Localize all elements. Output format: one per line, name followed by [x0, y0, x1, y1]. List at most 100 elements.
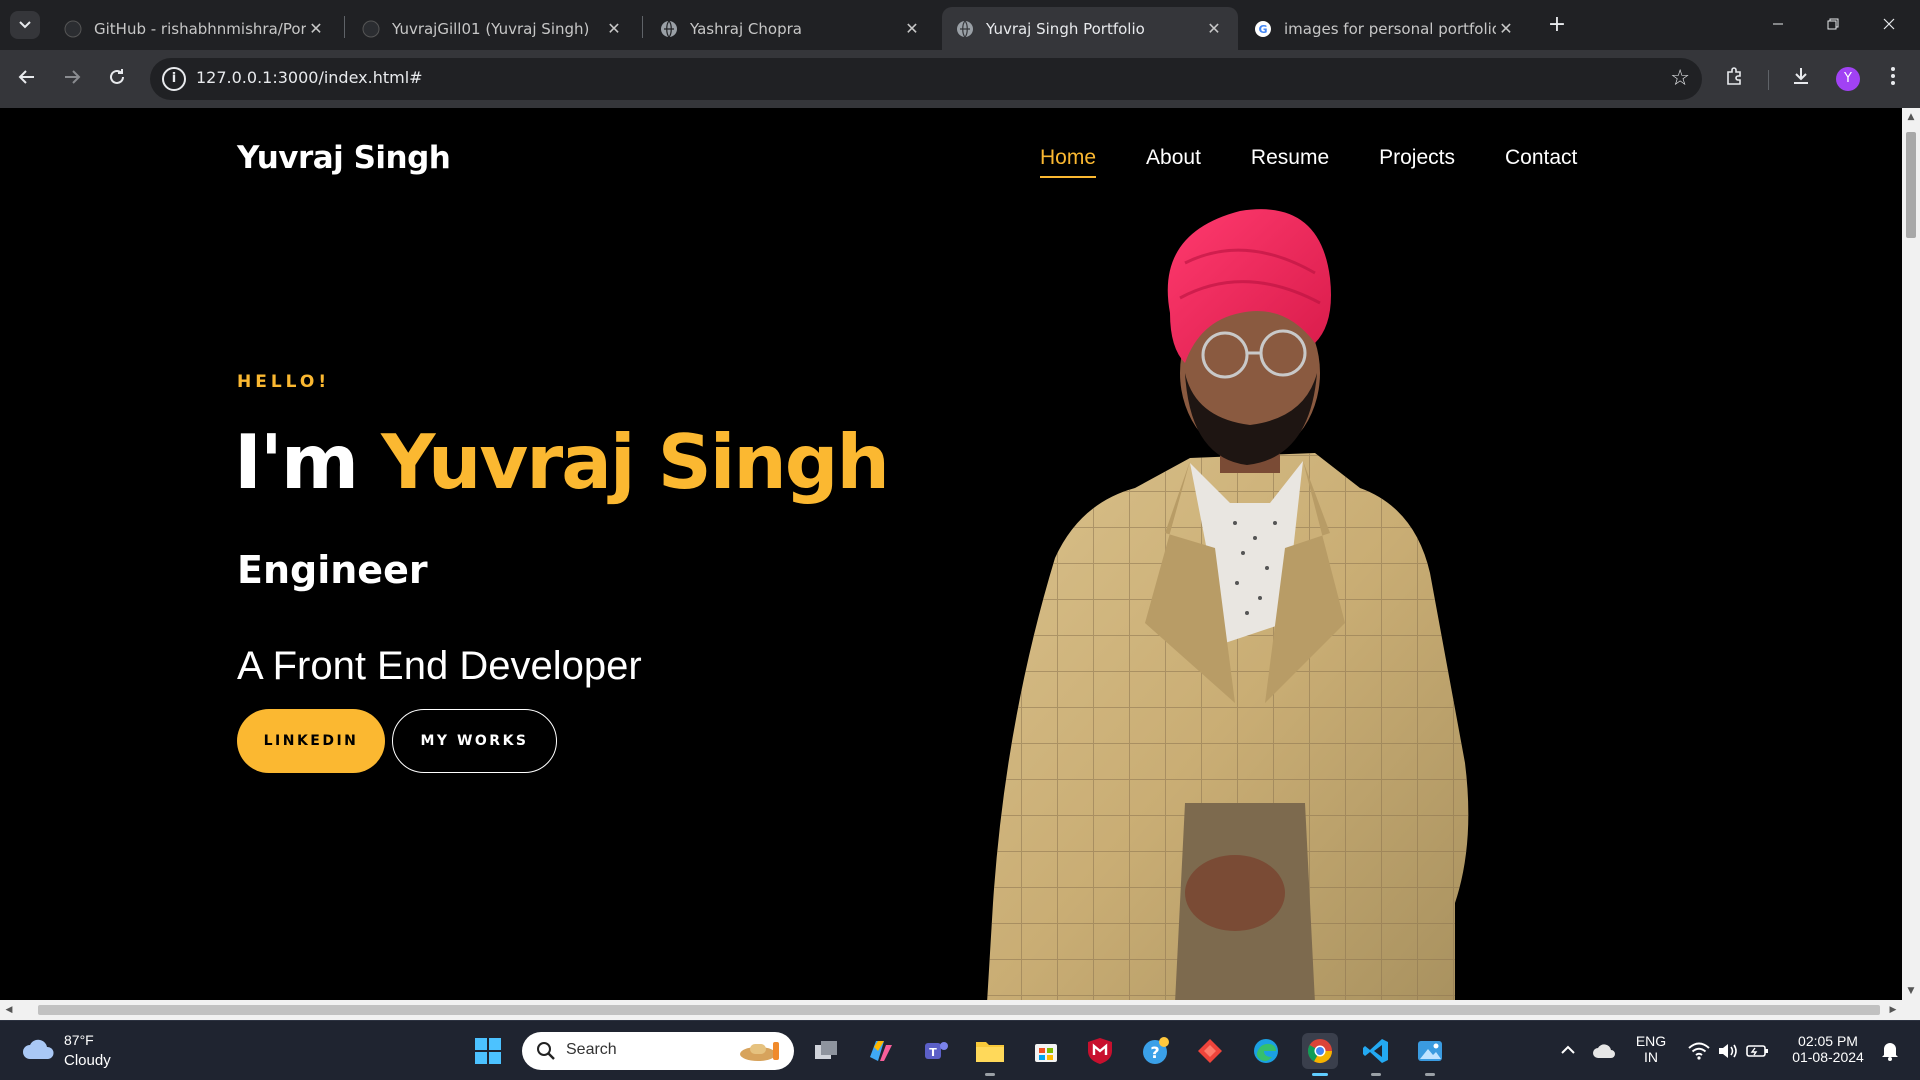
photos-icon [1418, 1041, 1442, 1061]
store-icon [1035, 1044, 1057, 1062]
scroll-right-arrow-icon[interactable]: ▶ [1884, 1000, 1902, 1020]
forward-button[interactable] [55, 62, 89, 96]
new-tab-button[interactable]: + [1543, 11, 1571, 39]
anydesk-icon [1198, 1039, 1222, 1063]
task-view-button[interactable] [808, 1033, 844, 1069]
tab-separator [642, 16, 643, 38]
edge-browser-app[interactable] [1248, 1033, 1284, 1069]
close-window-button[interactable] [1866, 8, 1912, 42]
nav-link-contact[interactable]: Contact [1505, 146, 1577, 178]
region-code: IN [1644, 1049, 1658, 1065]
show-hidden-icons-button[interactable] [1552, 1021, 1582, 1080]
horizontal-scrollbar[interactable]: ◀ ▶ [0, 1000, 1920, 1020]
mcafee-app[interactable] [1082, 1033, 1118, 1069]
browser-menu-button[interactable] [1876, 62, 1910, 96]
linkedin-button[interactable]: LINKEDIN [237, 709, 385, 773]
scroll-left-arrow-icon[interactable]: ◀ [0, 1000, 18, 1020]
file-explorer-app[interactable] [972, 1033, 1008, 1076]
teams-app[interactable]: T [918, 1033, 954, 1069]
running-indicator [1425, 1073, 1435, 1076]
start-button[interactable] [470, 1033, 506, 1069]
volume-icon [1719, 1044, 1737, 1058]
arrow-left-icon [18, 70, 34, 84]
notifications-button[interactable] [1872, 1021, 1908, 1080]
site-brand-logo[interactable]: Yuvraj Singh [237, 140, 451, 176]
extensions-button[interactable] [1718, 62, 1752, 96]
search-highlight-icon [740, 1042, 779, 1061]
restore-icon [1827, 18, 1839, 30]
browser-tab-yashraj[interactable]: Yashraj Chopra ✕ [646, 7, 936, 50]
get-help-app[interactable]: ? [1138, 1033, 1174, 1069]
bell-icon [1882, 1043, 1898, 1061]
minimize-button[interactable] [1755, 8, 1801, 42]
reload-icon [110, 69, 124, 84]
search-label: Search [566, 1041, 617, 1058]
edge-icon [1254, 1039, 1278, 1063]
weather-temperature[interactable]: 87°F [64, 1032, 94, 1048]
my-works-button[interactable]: MY WORKS [392, 709, 557, 773]
nav-link-resume[interactable]: Resume [1251, 146, 1329, 178]
globe-icon [660, 20, 678, 38]
back-button[interactable] [10, 62, 44, 96]
language-indicator[interactable]: ENG IN [1630, 1033, 1672, 1065]
tab-separator [344, 16, 345, 38]
system-clock[interactable]: 02:05 PM 01-08-2024 [1778, 1033, 1878, 1065]
horizontal-scroll-thumb[interactable] [38, 1005, 1880, 1015]
nav-link-projects[interactable]: Projects [1379, 146, 1455, 178]
chrome-browser-app[interactable] [1302, 1033, 1338, 1076]
windows-taskbar: 87°F Cloudy Search T ? ENG IN 02:05 PM 0… [0, 1020, 1920, 1080]
vscode-app[interactable] [1358, 1033, 1394, 1076]
wifi-icon [1688, 1042, 1710, 1060]
page-viewport: Yuvraj Singh Home About Resume Projects … [0, 108, 1902, 1000]
help-icon: ? [1143, 1037, 1169, 1064]
restore-button[interactable] [1810, 8, 1856, 42]
quick-settings-button[interactable] [1684, 1021, 1774, 1080]
close-icon[interactable]: ✕ [1496, 19, 1516, 38]
download-icon [1794, 68, 1808, 84]
close-icon[interactable]: ✕ [902, 19, 922, 38]
close-icon[interactable]: ✕ [604, 19, 624, 38]
weather-condition[interactable]: Cloudy [64, 1052, 111, 1069]
reload-button[interactable] [100, 62, 134, 96]
onedrive-tray-button[interactable] [1588, 1021, 1618, 1080]
browser-tab-github-profile[interactable]: YuvrajGill01 (Yuvraj Singh) ✕ [348, 7, 638, 50]
vertical-scroll-thumb[interactable] [1906, 132, 1916, 238]
nav-link-about[interactable]: About [1146, 146, 1201, 178]
close-icon[interactable]: ✕ [1204, 19, 1224, 38]
browser-tab-portfolio-active[interactable]: Yuvraj Singh Portfolio ✕ [942, 7, 1238, 50]
clock-time: 02:05 PM [1798, 1033, 1858, 1049]
copilot-app[interactable] [862, 1033, 898, 1069]
cloud-weather-icon[interactable] [22, 1037, 56, 1061]
profile-avatar[interactable]: Y [1836, 67, 1860, 91]
anydesk-app[interactable] [1192, 1033, 1228, 1069]
chevron-up-icon [1561, 1045, 1575, 1054]
hero-greeting: HELLO! [237, 372, 331, 392]
folder-icon [976, 1042, 1004, 1062]
task-view-icon [815, 1041, 837, 1059]
bookmark-star-icon[interactable]: ☆ [1670, 66, 1690, 91]
scroll-up-arrow-icon[interactable]: ▲ [1902, 108, 1920, 126]
hero-intro: I'm [234, 418, 382, 506]
github-icon [362, 20, 380, 38]
svg-text:?: ? [1150, 1043, 1159, 1062]
svg-text:T: T [929, 1046, 937, 1059]
browser-tab-google-images[interactable]: G images for personal portfolio - G ✕ [1240, 7, 1530, 50]
close-icon[interactable]: ✕ [306, 19, 326, 38]
battery-charging-icon [1746, 1045, 1768, 1057]
globe-icon [956, 20, 974, 38]
microsoft-store-app[interactable] [1028, 1033, 1064, 1069]
vertical-scrollbar[interactable]: ▲ ▼ [1902, 108, 1920, 1000]
address-bar[interactable]: i 127.0.0.1:3000/index.html# ☆ [150, 58, 1702, 100]
nav-link-home[interactable]: Home [1040, 146, 1097, 178]
downloads-button[interactable] [1784, 62, 1818, 96]
photos-app[interactable] [1412, 1033, 1448, 1076]
active-indicator [1312, 1073, 1328, 1076]
url-text[interactable]: 127.0.0.1:3000/index.html# [196, 68, 423, 87]
tab-title: images for personal portfolio - G [1284, 19, 1496, 38]
info-icon[interactable]: i [162, 67, 186, 91]
taskbar-search-box[interactable]: Search [522, 1032, 794, 1070]
browser-tab-github-portfolio[interactable]: GitHub - rishabhnmishra/Portfo ✕ [50, 7, 340, 50]
scroll-down-arrow-icon[interactable]: ▼ [1902, 982, 1920, 1000]
tab-search-button[interactable] [10, 11, 40, 39]
browser-toolbar: i 127.0.0.1:3000/index.html# ☆ Y [0, 50, 1920, 108]
